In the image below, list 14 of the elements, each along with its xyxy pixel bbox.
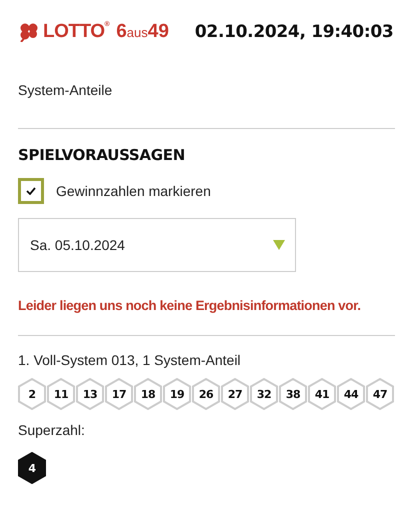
section-label: System-Anteile bbox=[18, 82, 114, 100]
section-heading: SPIELVORAUSSAGEN bbox=[18, 146, 186, 164]
game-name: 6aus49 bbox=[116, 21, 169, 43]
check-icon bbox=[26, 187, 36, 195]
clover-icon bbox=[18, 22, 40, 42]
date-dropdown[interactable]: Sa. 05.10.2024 bbox=[18, 218, 296, 272]
checkbox[interactable] bbox=[18, 178, 44, 204]
checkbox-label[interactable]: Gewinnzahlen markieren bbox=[56, 183, 211, 199]
ticket-title: 1. Voll-System 013, 1 System-Anteil bbox=[18, 352, 242, 368]
timestamp: 02.10.2024, 19:40:03 bbox=[194, 22, 394, 42]
caret-icon bbox=[273, 240, 285, 250]
error-message: Leider liegen uns noch keine Ergebnisinformationen vor. bbox=[18, 298, 362, 313]
brand-name: LOTTO$^{®}$ bbox=[43, 21, 110, 43]
superzahl-label: Superzahl: bbox=[18, 422, 86, 438]
